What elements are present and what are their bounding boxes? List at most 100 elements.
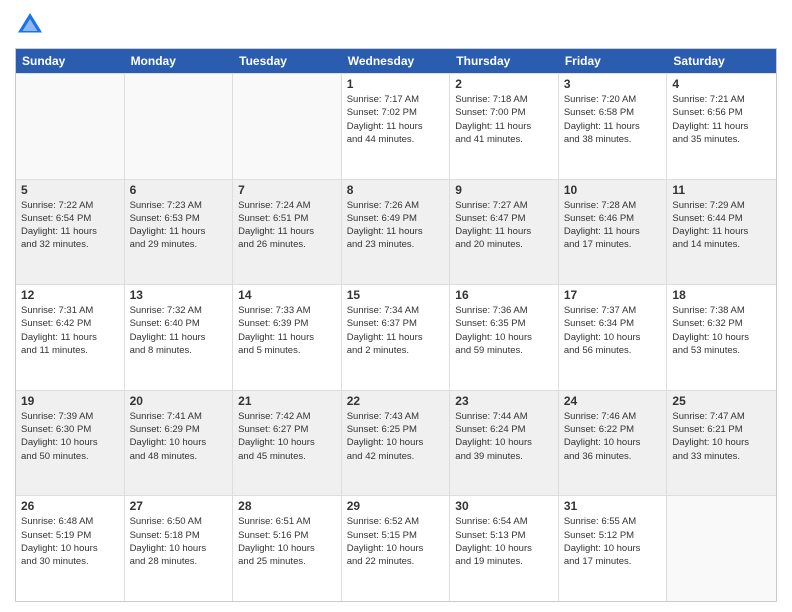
calendar-cell: 18Sunrise: 7:38 AM Sunset: 6:32 PM Dayli… [667,285,776,390]
cell-info: Sunrise: 7:18 AM Sunset: 7:00 PM Dayligh… [455,93,553,146]
cell-info: Sunrise: 7:27 AM Sunset: 6:47 PM Dayligh… [455,199,553,252]
cell-info: Sunrise: 7:17 AM Sunset: 7:02 PM Dayligh… [347,93,445,146]
calendar-row: 26 Sunrise: 6:48 AM Sunset: 5:19 PM Dayli… [16,495,776,601]
calendar-cell: 7 Sunrise: 7:24 AM Sunset: 6:51 PM Daylig… [233,180,342,285]
day-number: 23 [455,394,553,408]
calendar: SundayMondayTuesdayWednesdayThursdayFrid… [15,48,777,602]
cell-info: Sunrise: 7:24 AM Sunset: 6:51 PM Dayligh… [238,199,336,252]
logo [15,10,49,40]
day-number: 12 [21,288,119,302]
calendar-cell: 4Sunrise: 7:21 AM Sunset: 6:56 PM Daylig… [667,74,776,179]
cell-info: Sunrise: 7:43 AM Sunset: 6:25 PM Dayligh… [347,410,445,463]
cell-info: Sunrise: 7:31 AM Sunset: 6:42 PM Dayligh… [21,304,119,357]
calendar-row: 12 Sunrise: 7:31 AM Sunset: 6:42 PM Dayli… [16,284,776,390]
cell-info: Sunrise: 6:52 AM Sunset: 5:15 PM Dayligh… [347,515,445,568]
calendar-cell: 20 Sunrise: 7:41 AM Sunset: 6:29 PM Dayli… [125,391,234,496]
day-number: 15 [347,288,445,302]
calendar-cell: 3Sunrise: 7:20 AM Sunset: 6:58 PM Daylig… [559,74,668,179]
cell-info: Sunrise: 6:55 AM Sunset: 5:12 PM Dayligh… [564,515,662,568]
calendar-cell [233,74,342,179]
day-number: 1 [347,77,445,91]
calendar-cell: 30 Sunrise: 6:54 AM Sunset: 5:13 PM Dayli… [450,496,559,601]
cell-info: Sunrise: 7:34 AM Sunset: 6:37 PM Dayligh… [347,304,445,357]
day-number: 8 [347,183,445,197]
weekday-header: Sunday [16,49,125,73]
cell-info: Sunrise: 7:21 AM Sunset: 6:56 PM Dayligh… [672,93,771,146]
calendar-cell: 28 Sunrise: 6:51 AM Sunset: 5:16 PM Dayli… [233,496,342,601]
calendar-cell: 9Sunrise: 7:27 AM Sunset: 6:47 PM Daylig… [450,180,559,285]
day-number: 17 [564,288,662,302]
cell-info: Sunrise: 6:48 AM Sunset: 5:19 PM Dayligh… [21,515,119,568]
calendar-cell: 6Sunrise: 7:23 AM Sunset: 6:53 PM Daylig… [125,180,234,285]
day-number: 19 [21,394,119,408]
cell-info: Sunrise: 7:23 AM Sunset: 6:53 PM Dayligh… [130,199,228,252]
day-number: 2 [455,77,553,91]
calendar-cell: 19 Sunrise: 7:39 AM Sunset: 6:30 PM Dayli… [16,391,125,496]
calendar-cell: 29 Sunrise: 6:52 AM Sunset: 5:15 PM Dayli… [342,496,451,601]
cell-info: Sunrise: 7:33 AM Sunset: 6:39 PM Dayligh… [238,304,336,357]
weekday-header: Tuesday [233,49,342,73]
cell-info: Sunrise: 7:44 AM Sunset: 6:24 PM Dayligh… [455,410,553,463]
calendar-cell: 23 Sunrise: 7:44 AM Sunset: 6:24 PM Dayli… [450,391,559,496]
day-number: 16 [455,288,553,302]
cell-info: Sunrise: 7:28 AM Sunset: 6:46 PM Dayligh… [564,199,662,252]
calendar-cell: 1 Sunrise: 7:17 AM Sunset: 7:02 PM Daylig… [342,74,451,179]
calendar-cell [16,74,125,179]
calendar-cell: 24 Sunrise: 7:46 AM Sunset: 6:22 PM Dayli… [559,391,668,496]
day-number: 31 [564,499,662,513]
day-number: 22 [347,394,445,408]
header [15,10,777,40]
day-number: 28 [238,499,336,513]
calendar-cell: 27 Sunrise: 6:50 AM Sunset: 5:18 PM Dayli… [125,496,234,601]
page: SundayMondayTuesdayWednesdayThursdayFrid… [0,0,792,612]
calendar-cell: 8Sunrise: 7:26 AM Sunset: 6:49 PM Daylig… [342,180,451,285]
day-number: 26 [21,499,119,513]
calendar-cell: 11 Sunrise: 7:29 AM Sunset: 6:44 PM Dayli… [667,180,776,285]
calendar-header: SundayMondayTuesdayWednesdayThursdayFrid… [16,49,776,73]
day-number: 29 [347,499,445,513]
cell-info: Sunrise: 7:39 AM Sunset: 6:30 PM Dayligh… [21,410,119,463]
day-number: 13 [130,288,228,302]
calendar-cell: 16 Sunrise: 7:36 AM Sunset: 6:35 PM Dayli… [450,285,559,390]
calendar-cell: 12 Sunrise: 7:31 AM Sunset: 6:42 PM Dayli… [16,285,125,390]
day-number: 21 [238,394,336,408]
day-number: 27 [130,499,228,513]
calendar-cell: 10Sunrise: 7:28 AM Sunset: 6:46 PM Dayli… [559,180,668,285]
cell-info: Sunrise: 7:46 AM Sunset: 6:22 PM Dayligh… [564,410,662,463]
cell-info: Sunrise: 7:37 AM Sunset: 6:34 PM Dayligh… [564,304,662,357]
cell-info: Sunrise: 6:54 AM Sunset: 5:13 PM Dayligh… [455,515,553,568]
calendar-cell: 15 Sunrise: 7:34 AM Sunset: 6:37 PM Dayli… [342,285,451,390]
calendar-cell: 25Sunrise: 7:47 AM Sunset: 6:21 PM Dayli… [667,391,776,496]
weekday-header: Saturday [667,49,776,73]
calendar-cell [667,496,776,601]
day-number: 30 [455,499,553,513]
cell-info: Sunrise: 6:51 AM Sunset: 5:16 PM Dayligh… [238,515,336,568]
day-number: 25 [672,394,771,408]
cell-info: Sunrise: 7:32 AM Sunset: 6:40 PM Dayligh… [130,304,228,357]
calendar-cell: 5Sunrise: 7:22 AM Sunset: 6:54 PM Daylig… [16,180,125,285]
cell-info: Sunrise: 7:41 AM Sunset: 6:29 PM Dayligh… [130,410,228,463]
cell-info: Sunrise: 6:50 AM Sunset: 5:18 PM Dayligh… [130,515,228,568]
cell-info: Sunrise: 7:20 AM Sunset: 6:58 PM Dayligh… [564,93,662,146]
calendar-cell: 14Sunrise: 7:33 AM Sunset: 6:39 PM Dayli… [233,285,342,390]
calendar-cell: 21Sunrise: 7:42 AM Sunset: 6:27 PM Dayli… [233,391,342,496]
day-number: 7 [238,183,336,197]
calendar-cell: 26 Sunrise: 6:48 AM Sunset: 5:19 PM Dayli… [16,496,125,601]
cell-info: Sunrise: 7:36 AM Sunset: 6:35 PM Dayligh… [455,304,553,357]
weekday-header: Wednesday [342,49,451,73]
calendar-body: 1 Sunrise: 7:17 AM Sunset: 7:02 PM Daylig… [16,73,776,601]
calendar-cell: 17 Sunrise: 7:37 AM Sunset: 6:34 PM Dayli… [559,285,668,390]
calendar-cell: 22 Sunrise: 7:43 AM Sunset: 6:25 PM Dayli… [342,391,451,496]
calendar-row: 19 Sunrise: 7:39 AM Sunset: 6:30 PM Dayli… [16,390,776,496]
cell-info: Sunrise: 7:38 AM Sunset: 6:32 PM Dayligh… [672,304,771,357]
weekday-header: Thursday [450,49,559,73]
calendar-cell: 13 Sunrise: 7:32 AM Sunset: 6:40 PM Dayli… [125,285,234,390]
calendar-cell: 2 Sunrise: 7:18 AM Sunset: 7:00 PM Daylig… [450,74,559,179]
day-number: 24 [564,394,662,408]
calendar-row: 1 Sunrise: 7:17 AM Sunset: 7:02 PM Daylig… [16,73,776,179]
cell-info: Sunrise: 7:29 AM Sunset: 6:44 PM Dayligh… [672,199,771,252]
cell-info: Sunrise: 7:22 AM Sunset: 6:54 PM Dayligh… [21,199,119,252]
day-number: 20 [130,394,228,408]
weekday-header: Monday [125,49,234,73]
day-number: 11 [672,183,771,197]
